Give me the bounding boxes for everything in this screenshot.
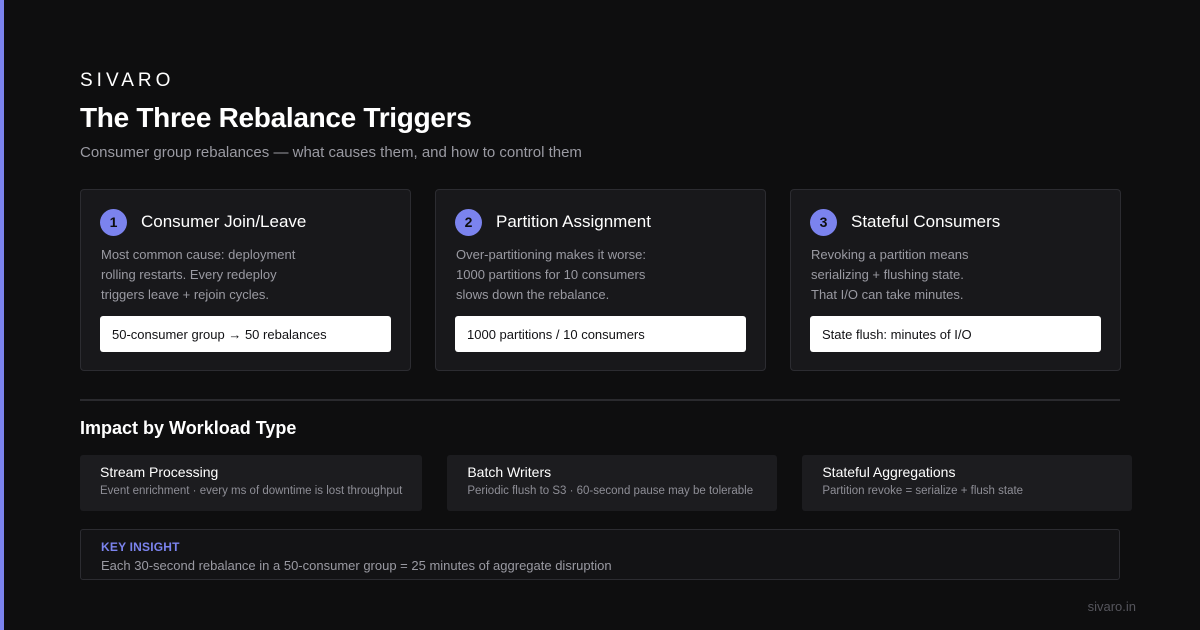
card-header: 2 Partition Assignment [455, 208, 746, 236]
workload-name: Batch Writers [467, 464, 552, 480]
card-description: Over-partitioning makes it worse: 1000 p… [456, 245, 746, 305]
trigger-cards: 1 Consumer Join/Leave Most common cause:… [80, 189, 1121, 371]
card-description-line: Revoking a partition means [811, 247, 969, 262]
trigger-card-join-leave: 1 Consumer Join/Leave Most common cause:… [80, 189, 411, 371]
card-description: Most common cause: deployment rolling re… [101, 245, 391, 305]
card-header: 1 Consumer Join/Leave [100, 208, 391, 236]
card-highlight: State flush: minutes of I/O [810, 316, 1101, 352]
page-title: The Three Rebalance Triggers [80, 102, 472, 133]
card-highlight: 1000 partitions / 10 consumers [455, 316, 746, 352]
workload-description: Partition revoke = serialize + flush sta… [822, 485, 1024, 497]
card-title: Consumer Join/Leave [141, 212, 307, 231]
card-header: 3 Stateful Consumers [810, 208, 1101, 236]
step-number-badge: 1 [100, 208, 127, 236]
key-insight-box: KEY INSIGHT Each 30-second rebalance in … [80, 529, 1120, 580]
workload-item-batch-writers: Batch Writers Periodic flush to S3 · 60-… [447, 455, 778, 511]
card-highlight: 50-consumer group → 50 rebalances [100, 316, 391, 352]
workload-item-stateful-aggregations: Stateful Aggregations Partition revoke =… [802, 455, 1133, 511]
card-description-line: Most common cause: deployment [101, 247, 296, 262]
card-description-line: rolling restarts. Every redeploy [101, 267, 277, 282]
card-description-line: triggers leave + rejoin cycles. [101, 287, 269, 302]
card-title: Stateful Consumers [851, 212, 1001, 231]
card-title: Partition Assignment [496, 212, 651, 231]
page-subtitle: Consumer group rebalances — what causes … [80, 144, 582, 161]
workload-name: Stream Processing [100, 464, 219, 480]
card-description-line: serializing + flushing state. [811, 267, 964, 282]
card-description-line: slows down the rebalance. [456, 287, 610, 302]
card-description-line: 1000 partitions for 10 consumers [456, 267, 646, 282]
brand-logo: SIVARO [80, 70, 175, 91]
card-description-line: That I/O can take minutes. [811, 287, 964, 302]
step-number-badge: 2 [455, 208, 482, 236]
card-description: Revoking a partition means serializing +… [811, 245, 1101, 305]
card-description-line: Over-partitioning makes it worse: [456, 247, 647, 262]
workload-item-stream-processing: Stream Processing Event enrichment · eve… [80, 455, 423, 511]
workload-description: Event enrichment · every ms of downtime … [100, 485, 403, 497]
trigger-card-partition-assignment: 2 Partition Assignment Over-partitioning… [435, 189, 766, 371]
workload-description: Periodic flush to S3 · 60-second pause m… [467, 485, 754, 497]
footer-url: sivaro.in [1087, 599, 1136, 614]
trigger-card-stateful-consumers: 3 Stateful Consumers Revoking a partitio… [790, 189, 1121, 371]
accent-bar [0, 0, 4, 630]
key-insight-text: Each 30-second rebalance in a 50-consume… [101, 558, 612, 573]
impact-section-title: Impact by Workload Type [80, 418, 297, 438]
workload-name: Stateful Aggregations [822, 464, 956, 480]
workload-list: Stream Processing Event enrichment · eve… [80, 455, 1133, 511]
key-insight-label: KEY INSIGHT [101, 540, 180, 554]
section-divider [80, 399, 1120, 401]
step-number-badge: 3 [810, 208, 837, 236]
